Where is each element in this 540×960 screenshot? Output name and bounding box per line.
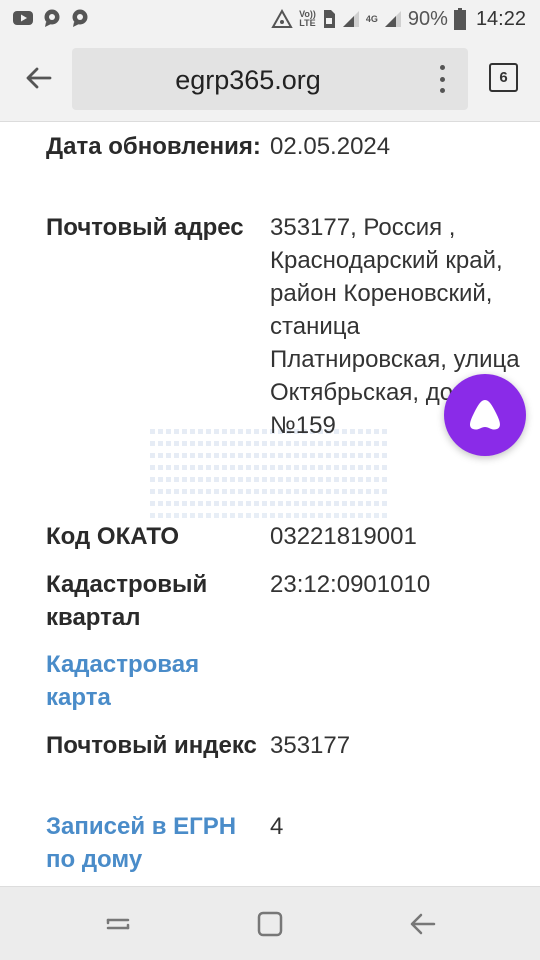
navigation-bar (0, 886, 540, 960)
recent-apps-icon (106, 918, 130, 930)
system-back-button[interactable] (402, 907, 442, 941)
overflow-menu-button[interactable] (430, 65, 454, 93)
arrow-left-icon (410, 913, 436, 935)
home-button[interactable] (250, 907, 290, 941)
chat-bubble-icon (44, 9, 60, 27)
value-cadastral-quarter: 23:12:0901010 (270, 571, 431, 598)
egrn-records-link[interactable]: Записей в ЕГРН по дому (46, 810, 261, 876)
dot-icon (439, 76, 445, 82)
value-update-date: 02.05.2024 (270, 133, 391, 160)
signal-icon (384, 11, 401, 27)
network-type: 4G (365, 13, 378, 24)
label-postal-index: Почтовый индекс (46, 732, 257, 759)
notification-icons (12, 8, 90, 28)
voice-assistant-button[interactable] (444, 374, 526, 456)
url-bar[interactable]: egrp365.org (72, 48, 468, 110)
browser-toolbar: egrp365.org 6 (0, 38, 540, 122)
page-content: Дата обновления: 02.05.2024 Почтовый адр… (0, 122, 540, 886)
battery-percent: 90% (407, 7, 448, 30)
cadastral-map-link[interactable]: Кадастровая карта (46, 648, 261, 714)
youtube-icon (13, 11, 33, 25)
system-indicators: Vo)) LTE 4G 90% 14:22 (271, 5, 526, 33)
value-okato-code: 03221819001 (270, 523, 417, 550)
dot-icon (439, 65, 445, 70)
url-text[interactable]: egrp365.org (72, 65, 424, 96)
recent-apps-button[interactable] (98, 907, 138, 941)
signal-icon (342, 11, 359, 27)
status-bar: Vo)) LTE 4G 90% 14:22 (0, 0, 540, 38)
label-postal-address: Почтовый адрес (46, 214, 244, 241)
assistant-icon (470, 400, 500, 430)
dot-icon (439, 88, 445, 93)
clock: 14:22 (475, 7, 526, 30)
chat-bubble-icon (72, 9, 88, 27)
arrow-left-icon (26, 67, 52, 89)
battery-icon (453, 8, 466, 30)
volte-indicator: Vo)) LTE (299, 9, 316, 28)
value-egrn-records: 4 (270, 813, 284, 840)
home-icon (257, 911, 283, 937)
tabs-button[interactable]: 6 (489, 63, 518, 92)
recycle-icon (271, 9, 293, 28)
label-cadastral-quarter: Кадастровый квартал (46, 571, 208, 631)
back-button[interactable] (18, 58, 58, 98)
label-okato-code: Код ОКАТО (46, 523, 180, 550)
sim-card-icon (323, 10, 335, 28)
value-postal-index: 353177 (270, 732, 351, 759)
label-update-date: Дата обновления: (46, 133, 261, 160)
